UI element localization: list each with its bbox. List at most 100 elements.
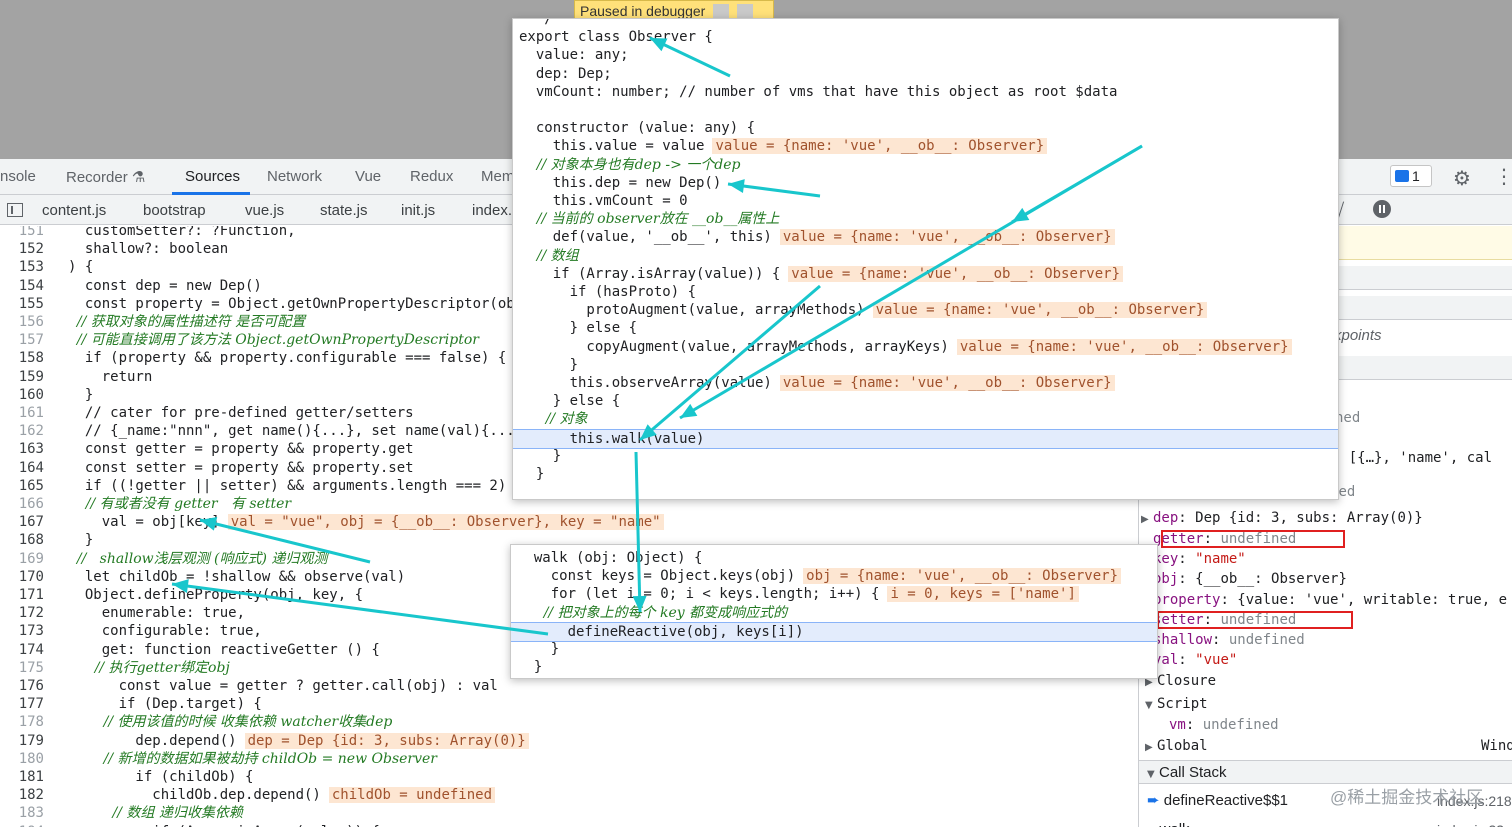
line-number[interactable]: 172 <box>0 604 44 622</box>
watermark: @稀土掘金技术社区 <box>1330 788 1484 807</box>
code-text: childOb.dep.depend() <box>68 787 321 804</box>
scope-variable[interactable]: key: "name" <box>1153 549 1512 569</box>
resume-icon[interactable] <box>713 4 730 18</box>
line-number[interactable]: 179 <box>0 732 44 750</box>
line-number[interactable]: 181 <box>0 768 44 786</box>
navigator-toggle-icon[interactable] <box>7 203 23 217</box>
scope-variable[interactable]: ▶property: {value: 'vue', writable: true… <box>1141 590 1512 612</box>
call-stack-header[interactable]: ▼ Call Stack <box>1139 760 1512 784</box>
line-number[interactable]: 178 <box>0 713 44 731</box>
scope-variable[interactable]: shallow: undefined <box>1153 630 1512 650</box>
tab-recorder[interactable]: Recorder ⚗ <box>66 168 145 186</box>
line-number[interactable]: 182 <box>0 786 44 804</box>
scope-group-label: Closure <box>1157 673 1217 689</box>
line-number[interactable]: 163 <box>0 440 44 458</box>
code-line: 159 return <box>0 368 153 386</box>
scope-fragment: ned <box>1335 410 1361 426</box>
expanded-triangle-icon[interactable]: ▼ <box>1145 696 1157 716</box>
line-number[interactable]: 175 <box>0 659 44 677</box>
line-number[interactable]: 177 <box>0 695 44 713</box>
popover-code-line: this.vmCount = 0 <box>519 192 688 210</box>
line-number[interactable]: 180 <box>0 750 44 768</box>
tab-sources[interactable]: Sources <box>185 168 240 185</box>
scope-colon: : <box>1212 632 1229 649</box>
line-number[interactable]: 153 <box>0 258 44 276</box>
scope-variable[interactable]: ▶obj: {__ob__: Observer} <box>1141 569 1512 591</box>
more-options-icon[interactable]: ⋮ <box>1494 164 1512 188</box>
popover-code-line: } <box>519 465 544 483</box>
line-number[interactable]: 166 <box>0 495 44 513</box>
line-number[interactable]: 155 <box>0 295 44 313</box>
scope-variable[interactable]: vm: undefined <box>1169 715 1512 735</box>
code-line: 178 // 使用该值的时候 收集依赖 watcher收集dep <box>0 713 393 731</box>
code-text: // cater for pre-defined getter/setters <box>68 405 414 421</box>
gear-icon[interactable]: ⚙ <box>1453 166 1471 190</box>
line-number[interactable]: 156 <box>0 313 44 331</box>
line-number[interactable]: 168 <box>0 531 44 549</box>
line-number[interactable]: 160 <box>0 386 44 404</box>
popover-code-line: // 对象 <box>519 410 588 428</box>
file-tab[interactable]: vue.js <box>245 202 284 219</box>
code-text: vmCount: number; // number of vms that h… <box>519 83 1118 100</box>
line-number[interactable]: 152 <box>0 240 44 258</box>
line-number[interactable]: 174 <box>0 641 44 659</box>
code-text: const dep = new Dep() <box>68 277 262 294</box>
frame-function: walk <box>1160 821 1190 827</box>
code-text: protoAugment(value, arrayMethods) <box>519 302 865 319</box>
line-number[interactable]: 161 <box>0 404 44 422</box>
code-text: this.value = value <box>519 138 705 155</box>
line-number[interactable]: 158 <box>0 349 44 367</box>
line-number[interactable]: 164 <box>0 459 44 477</box>
code-text: if (childOb) { <box>68 769 254 785</box>
file-tab[interactable]: state.js <box>320 202 368 219</box>
code-text: if (hasProto) { <box>519 284 697 300</box>
line-number[interactable]: 159 <box>0 368 44 386</box>
line-number[interactable]: 167 <box>0 513 44 531</box>
line-number[interactable]: 170 <box>0 568 44 586</box>
popover-code-line: if (Array.isArray(value)) {value = {name… <box>519 265 1124 283</box>
file-tab[interactable]: index. <box>472 202 512 219</box>
code-text: // 对象 <box>519 411 588 428</box>
scope-group[interactable]: ▶ Closure <box>1145 671 1512 693</box>
line-number[interactable]: 171 <box>0 586 44 604</box>
pause-on-exceptions-icon[interactable] <box>1373 200 1391 218</box>
scope-group[interactable]: ▼ Script <box>1145 694 1512 716</box>
scope-variable[interactable]: ▶ dep: Dep {id: 3, subs: Array(0)} <box>1141 508 1512 530</box>
expand-triangle-icon[interactable]: ▶ <box>1141 510 1153 530</box>
tab-network[interactable]: Network <box>267 168 322 185</box>
file-tab[interactable]: content.js <box>42 202 106 219</box>
collapsed-triangle-icon[interactable]: ▶ <box>1145 738 1157 758</box>
line-number[interactable]: 165 <box>0 477 44 495</box>
line-number[interactable]: 151 <box>0 226 44 240</box>
highlight-box <box>1157 610 1353 629</box>
scope-group[interactable]: ▶ Global <box>1145 736 1512 758</box>
file-tab[interactable]: bootstrap <box>143 202 206 219</box>
line-number[interactable]: 162 <box>0 422 44 440</box>
line-number[interactable]: 173 <box>0 622 44 640</box>
line-number[interactable]: 157 <box>0 331 44 349</box>
tab-vue[interactable]: Vue <box>355 168 381 185</box>
line-number[interactable]: 176 <box>0 677 44 695</box>
issues-badge[interactable]: 1 <box>1390 165 1432 187</box>
frame-location[interactable]: index.js:?? <box>1437 820 1512 827</box>
line-number[interactable]: 183 <box>0 804 44 822</box>
tab-redux[interactable]: Redux <box>410 168 453 185</box>
popover-code-line: this.dep = new Dep() <box>519 174 722 192</box>
tab-memory[interactable]: Mem <box>481 168 514 185</box>
code-text: // 执行getter绑定obj <box>68 659 230 676</box>
scope-fragment: (2) [{…}, 'name', cal <box>1315 450 1493 466</box>
step-over-icon[interactable] <box>737 4 754 18</box>
code-text: if (Dep.target) { <box>68 696 262 713</box>
code-line: 153) { <box>0 258 94 276</box>
file-tab[interactable]: init.js <box>401 202 435 219</box>
scope-variable[interactable]: val: "vue" <box>1153 650 1512 670</box>
line-number[interactable]: 184 <box>0 823 44 827</box>
line-number[interactable]: 169 <box>0 550 44 568</box>
tab-console[interactable]: nsole <box>0 168 36 185</box>
code-line: 173 configurable: true, <box>0 622 262 640</box>
popover-code-line: copyAugment(value, arrayMethods, arrayKe… <box>519 338 1292 356</box>
breakpoints-header[interactable]: kpoints <box>1334 326 1512 346</box>
expanded-triangle-icon[interactable]: ▼ <box>1147 769 1159 780</box>
line-number[interactable]: 154 <box>0 277 44 295</box>
code-text: dep: Dep; <box>519 65 612 82</box>
